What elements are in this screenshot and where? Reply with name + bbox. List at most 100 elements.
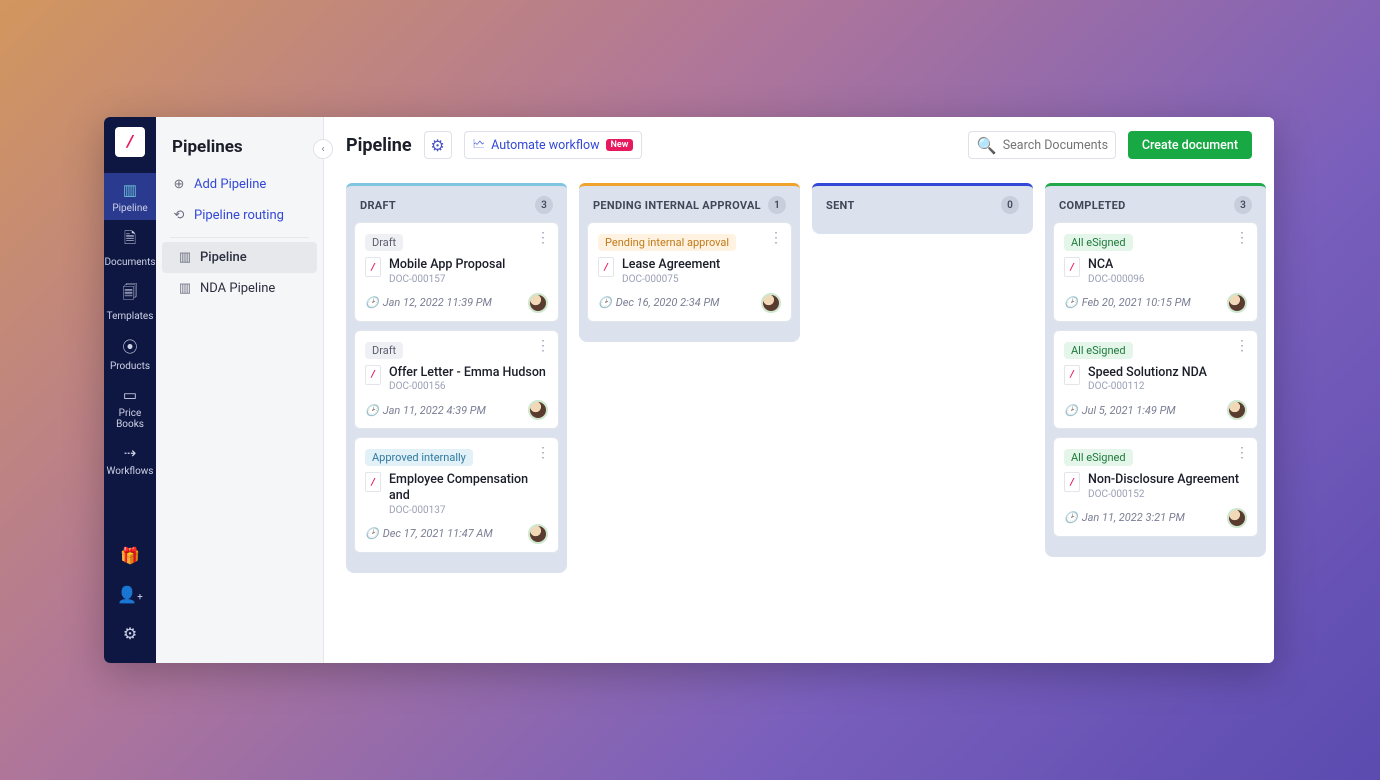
pipeline-routing-link[interactable]: ⟲ Pipeline routing bbox=[156, 200, 323, 231]
column-pending: PENDING INTERNAL APPROVAL 1 ⋮ Pending in… bbox=[579, 183, 800, 342]
column-title: SENT bbox=[826, 199, 855, 212]
document-title: Speed Solutionz NDA bbox=[1088, 365, 1207, 381]
rail-item-price-books[interactable]: ▭ Price Books bbox=[104, 378, 156, 436]
rail-settings-icon[interactable]: ⚙ bbox=[104, 614, 156, 653]
card-more-icon[interactable]: ⋮ bbox=[1235, 339, 1249, 353]
create-document-button[interactable]: Create document bbox=[1128, 131, 1252, 159]
topbar: Pipeline ⚙ 🗠 Automate workflow New 🔍 Cre… bbox=[324, 117, 1274, 173]
rail-item-workflows[interactable]: ⇢Workflows bbox=[104, 436, 156, 483]
clock-icon: 🕑 bbox=[365, 527, 379, 540]
document-card[interactable]: ⋮ Draft / Mobile App Proposal DOC-000157… bbox=[354, 222, 559, 322]
document-card[interactable]: ⋮ All eSigned / NCA DOC-000096 🕑Feb 20, … bbox=[1053, 222, 1258, 322]
document-id: DOC-000137 bbox=[389, 505, 548, 516]
document-title: Non-Disclosure Agreement bbox=[1088, 472, 1239, 488]
card-more-icon[interactable]: ⋮ bbox=[536, 446, 550, 460]
assignee-avatar[interactable] bbox=[528, 400, 548, 420]
app-logo[interactable]: / bbox=[115, 127, 145, 157]
column-draft: DRAFT 3 ⋮ Draft / Mobile App Proposal DO… bbox=[346, 183, 567, 573]
document-id: DOC-000075 bbox=[622, 274, 720, 285]
pipeline-list-item[interactable]: ▥NDA Pipeline bbox=[162, 273, 317, 304]
clock-icon: 🕑 bbox=[1064, 296, 1078, 309]
pipeline-list-label: Pipeline bbox=[200, 250, 247, 265]
assignee-avatar[interactable] bbox=[761, 293, 781, 313]
assignee-avatar[interactable] bbox=[1227, 400, 1247, 420]
clock-icon: 🕑 bbox=[1064, 511, 1078, 524]
document-card[interactable]: ⋮ All eSigned / Non-Disclosure Agreement… bbox=[1053, 437, 1258, 537]
document-id: DOC-000112 bbox=[1088, 381, 1207, 392]
search-icon: 🔍 bbox=[977, 136, 997, 155]
page-title: Pipeline bbox=[346, 135, 412, 156]
document-card[interactable]: ⋮ Draft / Offer Letter - Emma Hudson DOC… bbox=[354, 330, 559, 430]
rail-item-label: Products bbox=[110, 361, 150, 372]
assignee-avatar[interactable] bbox=[528, 524, 548, 544]
templates-icon: 🗐 bbox=[104, 282, 156, 307]
document-timestamp: 🕑Jan 11, 2022 4:39 PM bbox=[365, 404, 486, 417]
pipeline-routing-label: Pipeline routing bbox=[194, 208, 284, 223]
pipeline-board-icon: ▥ bbox=[178, 250, 192, 265]
document-id: DOC-000152 bbox=[1088, 489, 1239, 500]
document-card[interactable]: ⋮ Pending internal approval / Lease Agre… bbox=[587, 222, 792, 322]
rail-add-user-icon[interactable]: 👤+ bbox=[104, 575, 156, 614]
assignee-avatar[interactable] bbox=[1227, 508, 1247, 528]
clock-icon: 🕑 bbox=[1064, 404, 1078, 417]
card-more-icon[interactable]: ⋮ bbox=[769, 231, 783, 245]
rail-item-products[interactable]: ⦿ Products bbox=[104, 328, 156, 378]
documents-icon: 🗎 bbox=[104, 228, 156, 253]
column-count-badge: 3 bbox=[535, 196, 553, 214]
document-timestamp: 🕑Jan 12, 2022 11:39 PM bbox=[365, 296, 492, 309]
document-id: DOC-000157 bbox=[389, 274, 505, 285]
rail-gift-icon[interactable]: 🎁 bbox=[104, 536, 156, 575]
app-window: / ▥ Pipeline 🗎 Documents 🗐 Templates ⦿ Products… bbox=[104, 117, 1274, 663]
document-id: DOC-000156 bbox=[389, 381, 546, 392]
add-pipeline-link[interactable]: ⊕ Add Pipeline bbox=[156, 169, 323, 200]
search-box[interactable]: 🔍 bbox=[968, 131, 1116, 159]
document-timestamp: 🕑Dec 16, 2020 2:34 PM bbox=[598, 296, 719, 309]
document-id: DOC-000096 bbox=[1088, 274, 1144, 285]
panel-divider bbox=[170, 237, 309, 238]
rail-item-label: Templates bbox=[107, 311, 154, 322]
column-title: PENDING INTERNAL APPROVAL bbox=[593, 199, 761, 212]
pipeline-icon: ▥ bbox=[104, 181, 156, 199]
kanban-board: DRAFT 3 ⋮ Draft / Mobile App Proposal DO… bbox=[324, 173, 1274, 595]
document-card[interactable]: ⋮ All eSigned / Speed Solutionz NDA DOC-… bbox=[1053, 330, 1258, 430]
rail-item-documents[interactable]: 🗎 Documents bbox=[104, 220, 156, 274]
assignee-avatar[interactable] bbox=[1227, 293, 1247, 313]
rail-item-label: Documents bbox=[104, 257, 155, 268]
document-title: Employee Compensation and bbox=[389, 472, 548, 503]
automate-workflow-button[interactable]: 🗠 Automate workflow New bbox=[464, 131, 643, 159]
pipeline-list-label: NDA Pipeline bbox=[200, 281, 275, 296]
card-more-icon[interactable]: ⋮ bbox=[1235, 446, 1249, 460]
document-timestamp: 🕑Dec 17, 2021 11:47 AM bbox=[365, 527, 493, 540]
gear-icon: ⚙ bbox=[430, 136, 444, 155]
assignee-avatar[interactable] bbox=[528, 293, 548, 313]
routing-icon: ⟲ bbox=[172, 208, 186, 223]
rail-item-templates[interactable]: 🗐 Templates bbox=[104, 274, 156, 328]
add-pipeline-label: Add Pipeline bbox=[194, 177, 266, 192]
status-badge: Draft bbox=[365, 234, 403, 251]
rail-item-label: Pipeline bbox=[112, 203, 147, 214]
document-type-icon: / bbox=[1064, 257, 1080, 277]
document-type-icon: / bbox=[365, 365, 381, 385]
document-title: Mobile App Proposal bbox=[389, 257, 505, 273]
pipeline-settings-button[interactable]: ⚙ bbox=[424, 131, 452, 159]
card-more-icon[interactable]: ⋮ bbox=[536, 339, 550, 353]
document-type-icon: / bbox=[365, 472, 381, 492]
document-title: Offer Letter - Emma Hudson bbox=[389, 365, 546, 381]
document-timestamp: 🕑Jan 11, 2022 3:21 PM bbox=[1064, 511, 1185, 524]
collapse-panel-button[interactable]: ‹ bbox=[313, 139, 333, 159]
column-completed: COMPLETED 3 ⋮ All eSigned / NCA DOC-0000… bbox=[1045, 183, 1266, 557]
document-type-icon: / bbox=[598, 257, 614, 277]
status-badge: Pending internal approval bbox=[598, 234, 736, 251]
rail-item-label: Price Books bbox=[116, 408, 144, 430]
rail-item-pipeline[interactable]: ▥ Pipeline bbox=[104, 173, 156, 220]
column-count-badge: 1 bbox=[768, 196, 786, 214]
card-more-icon[interactable]: ⋮ bbox=[536, 231, 550, 245]
price-books-icon: ▭ bbox=[104, 386, 156, 404]
pipeline-list-item[interactable]: ▥ Pipeline bbox=[162, 242, 317, 273]
card-more-icon[interactable]: ⋮ bbox=[1235, 231, 1249, 245]
products-icon: ⦿ bbox=[104, 336, 156, 357]
secondary-panel: ‹ Pipelines ⊕ Add Pipeline ⟲ Pipeline ro… bbox=[156, 117, 324, 663]
clock-icon: 🕑 bbox=[365, 296, 379, 309]
document-card[interactable]: ⋮ Approved internally / Employee Compens… bbox=[354, 437, 559, 552]
column-sent: SENT 0 bbox=[812, 183, 1033, 234]
